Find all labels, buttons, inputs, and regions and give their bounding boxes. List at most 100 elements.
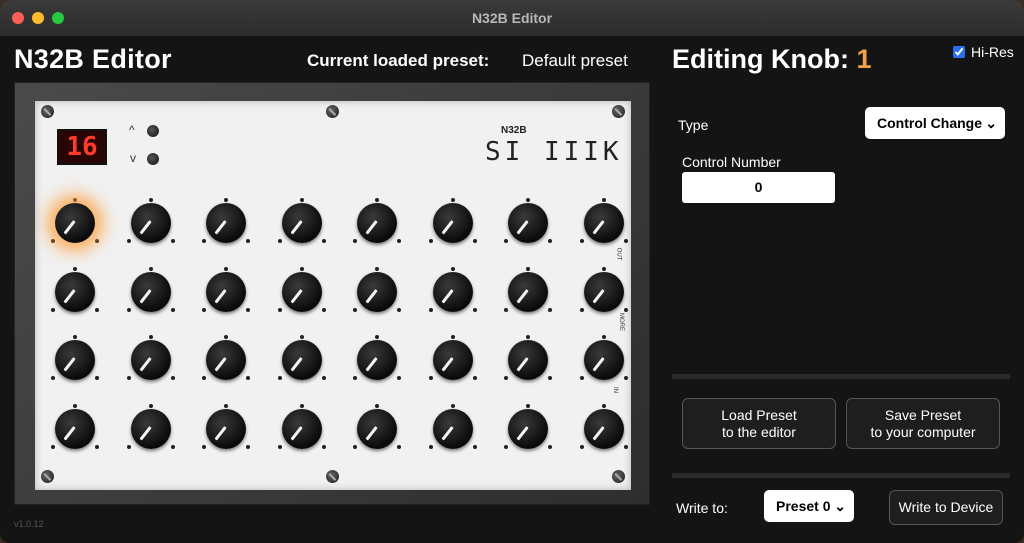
knob-marker xyxy=(353,376,357,380)
knob-marker xyxy=(224,198,228,202)
knob-7[interactable] xyxy=(504,198,552,245)
knob-20[interactable] xyxy=(277,335,326,382)
knob-10[interactable] xyxy=(126,266,175,314)
knob-18[interactable] xyxy=(126,335,175,382)
hires-toggle[interactable]: Hi-Res xyxy=(953,44,1014,60)
knob-3[interactable] xyxy=(202,198,250,245)
preset-up-button[interactable] xyxy=(147,125,159,137)
knob-marker xyxy=(321,376,326,380)
screw-icon xyxy=(612,105,625,118)
knob-13[interactable] xyxy=(353,266,401,314)
knob-5[interactable] xyxy=(353,198,401,245)
knob-marker xyxy=(353,239,357,243)
knob-marker xyxy=(623,376,628,380)
knob-marker xyxy=(202,444,206,449)
knob-marker xyxy=(601,198,606,202)
device-frame: 16 ^ v N32B SI IIIK OUT MORE IN xyxy=(14,82,650,505)
knob-marker xyxy=(472,239,477,243)
knob-1[interactable] xyxy=(51,198,99,245)
knob-11[interactable] xyxy=(202,266,250,314)
knob-marker xyxy=(450,335,455,339)
knob-marker xyxy=(504,376,508,380)
brand-logo: SI IIIK xyxy=(485,137,623,167)
knob-31[interactable] xyxy=(504,403,552,451)
knob-body xyxy=(508,203,548,243)
knob-marker xyxy=(126,376,131,380)
preset-down-button[interactable] xyxy=(147,153,159,165)
knob-marker xyxy=(73,335,77,339)
knob-14[interactable] xyxy=(428,266,477,314)
knob-25[interactable] xyxy=(51,403,99,451)
knob-marker xyxy=(170,444,175,449)
knob-marker xyxy=(299,198,304,202)
control-number-label: Control Number xyxy=(682,154,781,170)
knob-16[interactable] xyxy=(579,266,628,314)
knob-marker xyxy=(428,376,433,380)
knob-body xyxy=(357,203,397,243)
knob-15[interactable] xyxy=(504,266,552,314)
knob-marker xyxy=(126,444,131,449)
port-label-in: IN xyxy=(612,387,618,393)
load-preset-line1: Load Preset xyxy=(721,407,797,423)
knob-30[interactable] xyxy=(428,403,477,451)
current-preset-label: Current loaded preset: xyxy=(307,51,490,70)
write-to-device-button[interactable]: Write to Device xyxy=(889,490,1003,525)
write-preset-select[interactable]: Preset 0 ⌄ xyxy=(764,490,854,522)
knob-21[interactable] xyxy=(353,335,401,382)
knob-marker xyxy=(246,376,250,380)
knob-body xyxy=(508,340,548,380)
knob-marker xyxy=(170,239,175,243)
knob-22[interactable] xyxy=(428,335,477,382)
knob-27[interactable] xyxy=(202,403,250,451)
knob-marker xyxy=(526,335,530,339)
knob-marker xyxy=(202,307,206,312)
knob-marker xyxy=(126,307,131,312)
knob-2[interactable] xyxy=(126,198,175,245)
type-select[interactable]: Control Change ⌄ xyxy=(865,107,1005,139)
knob-marker xyxy=(148,335,153,339)
control-number-input[interactable]: 0 xyxy=(682,172,835,203)
screw-icon xyxy=(326,470,339,483)
knob-marker xyxy=(224,403,228,408)
knob-23[interactable] xyxy=(504,335,552,382)
led-display: 16 xyxy=(57,129,107,165)
app-window: N32B Editor N32B Editor Current loaded p… xyxy=(0,0,1024,543)
knob-marker xyxy=(375,266,379,271)
knob-marker xyxy=(170,376,175,380)
knob-marker xyxy=(504,239,508,243)
knob-marker xyxy=(504,307,508,312)
hires-checkbox[interactable] xyxy=(953,46,965,58)
knob-marker xyxy=(277,307,282,312)
knob-marker xyxy=(579,307,584,312)
knob-marker xyxy=(526,198,530,202)
save-preset-button[interactable]: Save Preset to your computer xyxy=(846,398,1000,449)
knob-marker xyxy=(148,266,153,271)
knob-28[interactable] xyxy=(277,403,326,451)
load-preset-button[interactable]: Load Preset to the editor xyxy=(682,398,836,449)
knob-32[interactable] xyxy=(579,403,628,451)
knob-marker xyxy=(148,198,153,202)
knob-marker xyxy=(202,239,206,243)
screw-icon xyxy=(326,105,339,118)
port-label-out: OUT xyxy=(615,247,622,261)
knob-marker xyxy=(428,307,433,312)
write-preset-value: Preset 0 xyxy=(776,498,831,514)
knob-29[interactable] xyxy=(353,403,401,451)
knob-4[interactable] xyxy=(277,198,326,245)
knob-9[interactable] xyxy=(51,266,99,314)
knob-marker xyxy=(95,307,99,312)
knob-marker xyxy=(472,376,477,380)
screw-icon xyxy=(41,470,54,483)
knob-17[interactable] xyxy=(51,335,99,382)
knob-24[interactable] xyxy=(579,335,628,382)
knob-19[interactable] xyxy=(202,335,250,382)
knob-body xyxy=(55,203,95,243)
knob-marker xyxy=(321,444,326,449)
knob-12[interactable] xyxy=(277,266,326,314)
knob-6[interactable] xyxy=(428,198,477,245)
knob-marker xyxy=(397,307,401,312)
load-preset-line2: to the editor xyxy=(722,424,796,440)
knob-26[interactable] xyxy=(126,403,175,451)
knob-8[interactable] xyxy=(579,198,628,245)
knob-marker xyxy=(428,444,433,449)
